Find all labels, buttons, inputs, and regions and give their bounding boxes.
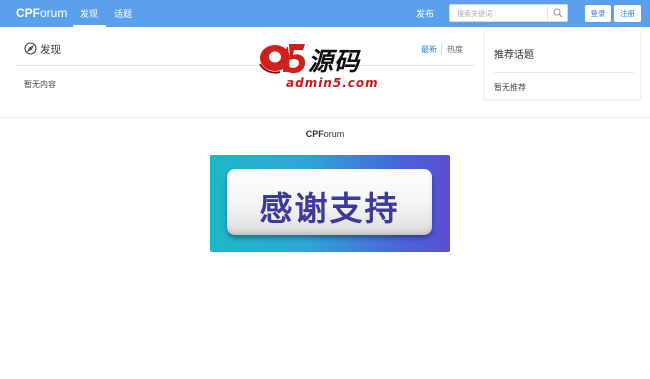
brand-bold: CPF (16, 6, 40, 20)
footer-brand-light: orum (323, 129, 345, 139)
top-navbar: CPForum 发现 话题 发布 搜索关键词 登录 注册 (0, 0, 650, 27)
recommended-topics-empty: 暂无推荐 (494, 83, 526, 92)
logo-mark-icon (259, 44, 306, 74)
search-button[interactable] (547, 5, 567, 21)
nav-topics[interactable]: 话题 (114, 7, 132, 20)
logo-text: 源码 (308, 47, 361, 76)
search-icon (553, 8, 563, 18)
nav-discover[interactable]: 发现 (80, 7, 98, 20)
search-box[interactable]: 搜索关键词 (449, 4, 568, 22)
register-button[interactable]: 注册 (614, 5, 641, 22)
discover-divider (16, 65, 475, 66)
sort-hot-tab[interactable]: 热度 (447, 44, 463, 55)
footer-brand: CPForum (0, 129, 650, 139)
search-input[interactable]: 搜索关键词 (457, 9, 492, 19)
brand-logo[interactable]: CPForum (16, 6, 67, 20)
nav-active-indicator (73, 25, 106, 27)
brand-light: orum (40, 6, 68, 20)
discover-panel: 发现 最新 热度 暂无内容 (16, 30, 475, 100)
login-button[interactable]: 登录 (585, 5, 611, 22)
recommended-topics-panel: 推荐话题 暂无推荐 (484, 30, 641, 100)
banner-plate: 感谢支持 (227, 169, 432, 235)
thanks-banner: 感谢支持 (210, 155, 450, 252)
discover-empty-text: 暂无内容 (24, 80, 56, 89)
footer-brand-bold: CPF (305, 129, 324, 139)
footer-divider (0, 117, 650, 118)
logo-url: admin5.com (286, 76, 379, 90)
publish-link[interactable]: 发布 (416, 7, 434, 20)
sort-latest-tab[interactable]: 最新 (421, 44, 437, 55)
sort-divider (441, 44, 442, 54)
watermark-logo: 源码 admin5.com (258, 38, 398, 94)
sidebar-divider (494, 72, 634, 73)
compass-icon (24, 42, 37, 55)
discover-title: 发现 (40, 44, 61, 56)
recommended-topics-title: 推荐话题 (494, 50, 534, 61)
banner-text: 感谢支持 (259, 189, 400, 228)
